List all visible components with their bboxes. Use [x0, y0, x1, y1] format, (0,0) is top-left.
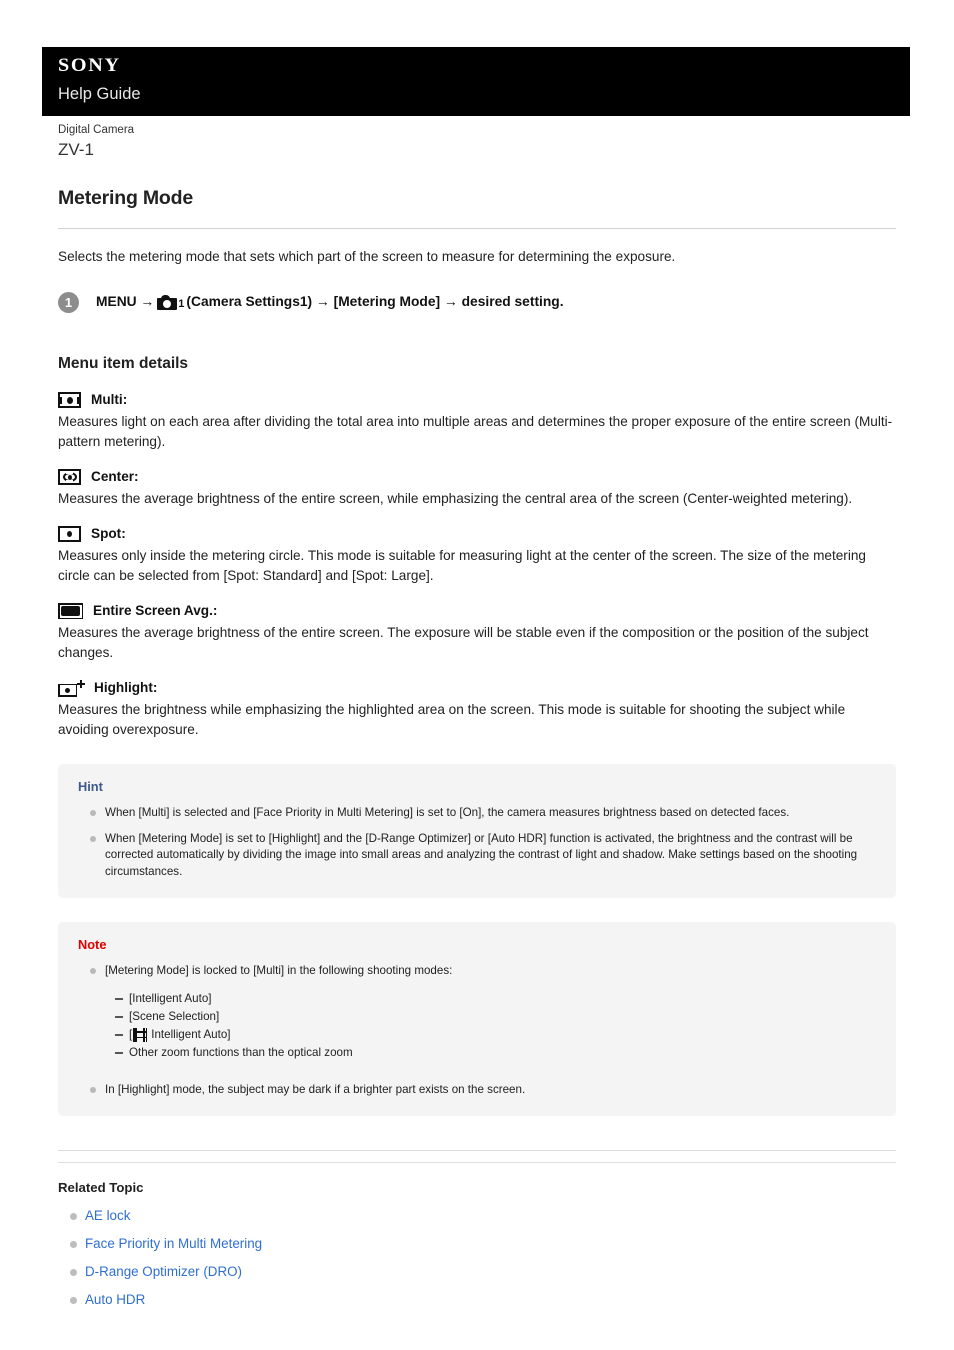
hint-bullet-list: When [Multi] is selected and [Face Prior… — [78, 805, 876, 880]
menu-item-body: Measures the average brightness of the e… — [58, 491, 853, 506]
menu-item-body: Measures light on each area after dividi… — [58, 414, 893, 449]
menu-item-entire-screen-avg: Entire Screen Avg.: — [58, 602, 896, 620]
film-bottom-bar — [133, 1036, 148, 1039]
note-callout: Note [Metering Mode] is locked to [Multi… — [58, 922, 896, 1116]
note-sub-list: [Intelligent Auto] [Scene Selection] [I… — [105, 990, 876, 1062]
step-text-part1: MENU → — [96, 294, 155, 309]
menu-item-body: Measures the average brightness of the e… — [58, 625, 869, 660]
related-topic-title: Related Topic — [58, 1180, 144, 1195]
metering-spot-icon — [58, 526, 81, 542]
note-bullet: [Metering Mode] is locked to [Multi] in … — [78, 963, 876, 1062]
note-bullet: In [Highlight] mode, the subject may be … — [78, 1082, 876, 1099]
related-topic-list: AE lock Face Priority in Multi Metering … — [58, 1207, 896, 1309]
note-sub-text: [Scene Selection] — [129, 1009, 220, 1023]
metering-center-icon — [58, 469, 81, 485]
menu-item-label: Multi: — [91, 392, 128, 407]
hint-title: Hint — [78, 779, 103, 794]
help-guide-header: SONY Help Guide — [42, 47, 910, 116]
page-title: Metering Mode — [58, 187, 193, 209]
step-number-badge: 1 — [58, 292, 79, 313]
center-icon-dot — [67, 474, 72, 480]
camera-settings-index: 1 — [178, 298, 185, 310]
product-category: Digital Camera — [58, 124, 135, 136]
list-item[interactable]: D-Range Optimizer (DRO) — [58, 1263, 896, 1281]
movie-mode-icon — [133, 1027, 148, 1042]
list-item[interactable]: Face Priority in Multi Metering — [58, 1235, 896, 1253]
note-sub-item: Other zoom functions than the optical zo… — [105, 1044, 876, 1062]
note-sub-item: [Scene Selection] — [105, 1008, 876, 1026]
film-right-edge — [145, 1027, 148, 1042]
related-link-auto-hdr[interactable]: Auto HDR — [85, 1292, 145, 1307]
film-top-bar — [133, 1031, 148, 1033]
note-sub-text: Intelligent Auto] — [151, 1027, 231, 1041]
camera-lens — [162, 299, 171, 308]
product-model: ZV-1 — [58, 140, 94, 159]
page-lead: Selects the metering mode that sets whic… — [58, 249, 676, 264]
note-bullet-list: [Metering Mode] is locked to [Multi] in … — [78, 963, 876, 1098]
related-divider-bottom — [58, 1162, 896, 1163]
metering-highlight-icon — [58, 679, 85, 697]
related-link-d-range-optimizer[interactable]: D-Range Optimizer (DRO) — [85, 1264, 242, 1279]
menu-item-details-heading: Menu item details — [58, 355, 189, 372]
list-item[interactable]: Auto HDR — [58, 1291, 896, 1309]
note-sub-prefix: [ — [129, 1027, 133, 1041]
step-instruction: MENU → 1 (Camera Settings1) → [Metering … — [96, 291, 564, 312]
menu-item-spot: Spot: — [58, 525, 896, 543]
sony-logo: SONY — [58, 55, 121, 76]
menu-item-label: Entire Screen Avg.: — [93, 603, 218, 618]
camera-icon-glyph — [157, 295, 178, 310]
related-divider-top — [58, 1150, 896, 1151]
center-icon-bottom-gap — [66, 480, 73, 483]
hint-callout: Hint When [Multi] is selected and [Face … — [58, 764, 896, 898]
multi-icon-left-notch — [58, 396, 62, 404]
related-topic-dividers — [58, 1150, 896, 1163]
metering-multi-icon — [58, 392, 81, 408]
menu-item-label: Center: — [91, 469, 139, 484]
menu-item-label: Spot: — [91, 526, 126, 541]
center-icon-top-gap — [66, 471, 73, 474]
note-sub-item: [Intelligent Auto] — [105, 990, 876, 1008]
spot-icon-dot — [67, 531, 72, 537]
list-item[interactable]: AE lock — [58, 1207, 896, 1225]
camera-settings1-icon: 1 — [157, 295, 184, 310]
multi-icon-right-notch — [77, 396, 81, 404]
highlight-icon-dot — [65, 688, 70, 693]
menu-item-label: Highlight: — [94, 680, 158, 695]
note-title: Note — [78, 937, 107, 952]
hint-bullet: When [Multi] is selected and [Face Prior… — [78, 805, 876, 822]
menu-item-body: Measures only inside the metering circle… — [58, 548, 866, 583]
highlight-icon-plus-horizontal — [76, 682, 85, 685]
multi-icon-dot — [66, 396, 73, 404]
hint-bullet: When [Metering Mode] is set to [Highligh… — [78, 831, 876, 881]
menu-item-center: Center: — [58, 468, 896, 486]
note-bullet-text: [Metering Mode] is locked to [Multi] in … — [105, 964, 453, 977]
menu-item-highlight: Highlight: — [58, 679, 896, 697]
related-link-face-priority-in-multi-metering[interactable]: Face Priority in Multi Metering — [85, 1236, 262, 1251]
related-link-ae-lock[interactable]: AE lock — [85, 1208, 130, 1223]
procedure-step-1: 1 MENU → 1 (Camera Settings1) → [Meterin… — [58, 291, 896, 313]
menu-item-multi: Multi: — [58, 391, 896, 409]
menu-item-body: Measures the brightness while emphasizin… — [58, 702, 846, 737]
product-block: Digital Camera ZV-1 — [58, 123, 134, 161]
note-sub-text: [Intelligent Auto] — [129, 991, 212, 1005]
film-body — [135, 1027, 146, 1042]
help-guide-subtitle: Help Guide — [58, 85, 141, 103]
step-text-part2: (Camera Settings1) → [Metering Mode] → d… — [186, 294, 564, 309]
avg-icon-fill — [61, 606, 80, 616]
page-content: Metering Mode Selects the metering mode … — [58, 185, 896, 1309]
title-divider — [58, 228, 896, 229]
metering-entire-screen-avg-icon — [58, 603, 83, 619]
note-sub-text: Other zoom functions than the optical zo… — [129, 1045, 353, 1059]
note-sub-item-movie: [ Intelligent Auto] — [105, 1026, 876, 1044]
